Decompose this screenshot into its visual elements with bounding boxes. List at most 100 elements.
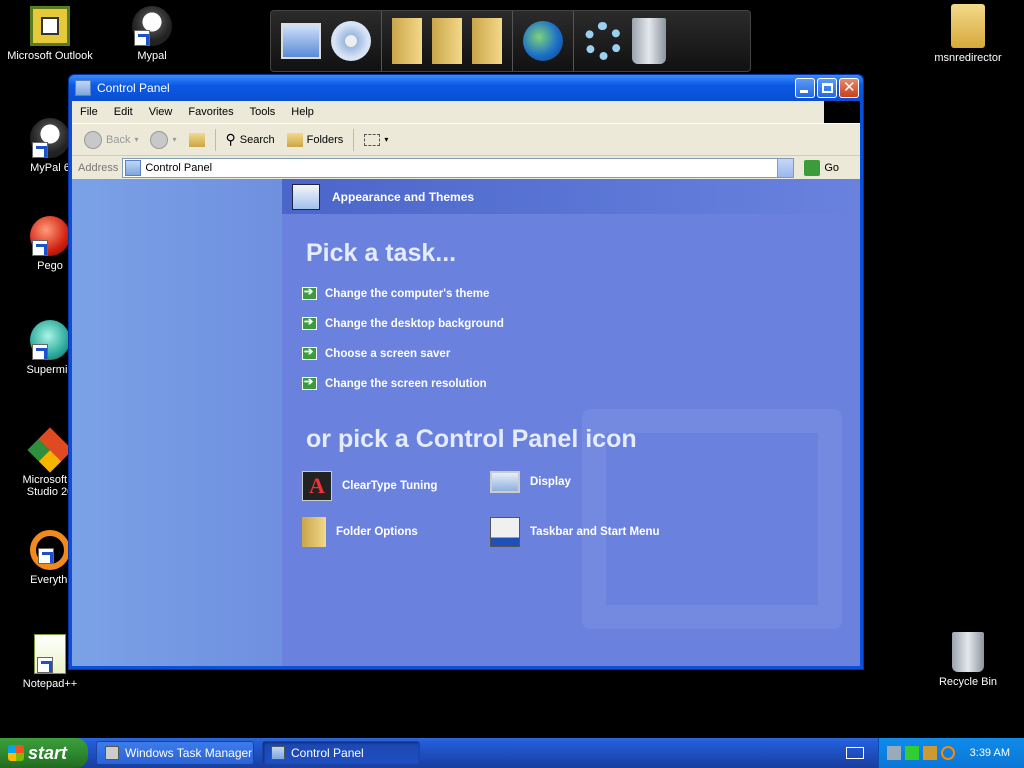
clock[interactable]: 3:39 AM	[970, 747, 1010, 759]
menu-bar: File Edit View Favorites Tools Help	[72, 101, 860, 123]
menu-view[interactable]: View	[141, 106, 181, 118]
maximize-button[interactable]	[817, 78, 837, 98]
chevron-down-icon: ▾	[172, 135, 177, 144]
desktop-icon-recycle-bin[interactable]: Recycle Bin	[918, 632, 1018, 688]
safely-remove-icon[interactable]	[923, 746, 937, 760]
task-label: Choose a screen saver	[325, 347, 451, 360]
folders-button[interactable]: Folders	[281, 128, 350, 152]
address-dropdown-button[interactable]	[777, 158, 794, 177]
search-button[interactable]: ⚲ Search	[220, 128, 281, 152]
control-panel-icon	[271, 746, 285, 760]
cp-icon-label: Display	[530, 476, 571, 488]
category-view: Appearance and Themes Pick a task... Cha…	[282, 179, 860, 666]
cp-icon-label: ClearType Tuning	[342, 480, 438, 492]
documents-folder-icon[interactable]	[472, 18, 502, 64]
window-content: Appearance and Themes Pick a task... Cha…	[72, 179, 860, 666]
address-value: Control Panel	[145, 161, 213, 174]
cp-icon-cleartype[interactable]: A ClearType Tuning	[302, 471, 437, 501]
dock-group	[513, 11, 574, 71]
quick-launch-dock	[270, 10, 751, 72]
folder-options-icon	[302, 517, 326, 547]
desktop-icon-label: msnredirector	[934, 52, 1002, 64]
control-panel-icon	[75, 80, 91, 96]
close-button[interactable]: ✕	[839, 78, 859, 98]
start-button[interactable]: start	[0, 738, 88, 768]
task-label: Change the computer's theme	[325, 287, 490, 300]
task-link[interactable]: Change the screen resolution	[302, 375, 487, 390]
green-arrow-icon	[302, 315, 317, 330]
toolbar-separator	[353, 128, 355, 151]
control-panel-window: Control Panel ✕ File Edit View Favorites…	[68, 74, 864, 670]
my-computer-icon[interactable]	[281, 23, 321, 59]
menu-tools[interactable]: Tools	[242, 106, 284, 118]
cp-icon-label: Taskbar and Start Menu	[530, 526, 660, 538]
task-link[interactable]: Change the computer's theme	[302, 285, 490, 300]
display-icon	[490, 471, 520, 493]
green-arrow-icon	[302, 285, 317, 300]
desktop-icon-label: Microsoft Outlook	[7, 50, 93, 62]
network-icon[interactable]	[887, 746, 901, 760]
outlook-icon	[30, 6, 70, 46]
up-folder-icon	[188, 132, 205, 147]
menu-help[interactable]: Help	[283, 106, 322, 118]
category-title: Appearance and Themes	[332, 189, 475, 204]
task-link[interactable]: Change the desktop background	[302, 315, 504, 330]
taskbar-button-label: Control Panel	[291, 746, 364, 760]
dock-group	[574, 11, 676, 71]
settings-gears-icon[interactable]	[584, 22, 622, 60]
cd-drive-icon[interactable]	[331, 21, 371, 61]
taskbar: start Windows Task Manager Control Panel…	[0, 738, 1024, 768]
taskbar-button-task-manager[interactable]: Windows Task Manager	[96, 741, 254, 765]
minimize-button[interactable]	[795, 78, 815, 98]
menu-favorites[interactable]: Favorites	[180, 106, 241, 118]
desktop-icon-mypal[interactable]: Mypal	[102, 6, 202, 62]
green-arrow-icon	[302, 375, 317, 390]
pick-icon-heading: or pick a Control Panel icon	[306, 425, 637, 453]
taskbar-icon	[490, 517, 520, 547]
chevron-down-icon: ▾	[134, 135, 139, 144]
task-label: Change the screen resolution	[325, 377, 487, 390]
desktop-icon-msnredirector[interactable]: msnredirector	[918, 4, 1018, 64]
back-button[interactable]: Back ▾	[78, 128, 144, 152]
recycle-bin-icon	[952, 632, 984, 672]
folder-icon[interactable]	[392, 18, 422, 64]
back-label: Back	[106, 133, 131, 146]
views-button[interactable]: ▾	[358, 128, 394, 152]
desktop-icon-outlook[interactable]: Microsoft Outlook	[0, 6, 100, 62]
windows-logo-icon	[824, 101, 860, 123]
views-icon	[364, 133, 381, 146]
green-arrow-icon	[302, 345, 317, 360]
window-titlebar[interactable]: Control Panel ✕	[69, 75, 863, 101]
search-icon[interactable]	[941, 746, 955, 760]
address-input[interactable]: Control Panel	[122, 157, 795, 178]
dock-group	[382, 11, 513, 71]
recycle-bin-icon[interactable]	[632, 18, 666, 64]
windows-flag-icon	[8, 745, 24, 761]
forward-button[interactable]: ▾	[144, 128, 182, 152]
menu-file[interactable]: File	[72, 106, 106, 118]
taskbar-button-control-panel[interactable]: Control Panel	[262, 741, 420, 765]
search-icon: ⚲	[225, 131, 236, 147]
cp-icon-label: Folder Options	[336, 526, 418, 538]
volume-icon[interactable]	[905, 746, 919, 760]
up-folder-button[interactable]	[183, 128, 211, 152]
window-title: Control Panel	[97, 81, 170, 95]
shortcut-arrow-icon	[38, 548, 54, 564]
raccoon-icon	[30, 118, 70, 158]
keyboard-icon[interactable]	[846, 747, 864, 759]
search-label: Search	[239, 133, 275, 146]
back-arrow-icon	[84, 130, 102, 149]
cp-icon-taskbar[interactable]: Taskbar and Start Menu	[490, 517, 660, 547]
system-tray: 3:39 AM	[878, 738, 1024, 768]
taskbar-button-label: Windows Task Manager	[125, 746, 253, 760]
go-button[interactable]: Go	[798, 159, 845, 176]
task-link[interactable]: Choose a screen saver	[302, 345, 451, 360]
cp-icon-folder-options[interactable]: Folder Options	[302, 517, 418, 547]
menu-edit[interactable]: Edit	[106, 106, 141, 118]
globe-icon[interactable]	[523, 21, 563, 61]
address-label: Address	[78, 161, 119, 174]
pictures-folder-icon[interactable]	[432, 18, 462, 64]
desktop-icon-label: Mypal	[137, 50, 167, 62]
cp-icon-display[interactable]: Display	[490, 471, 571, 493]
desktop-icon-label: Notepad++	[22, 678, 78, 690]
